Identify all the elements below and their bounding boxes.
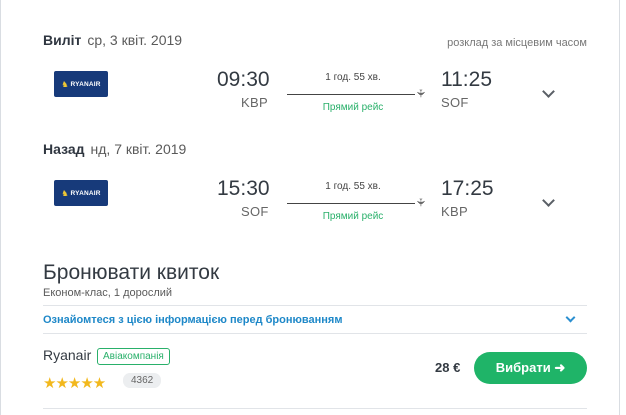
airline-logo-text: RYANAIR (70, 80, 101, 88)
divider (43, 305, 587, 306)
inbound-date: нд, 7 квіт. 2019 (90, 141, 187, 157)
outbound-arrival-time: 11:25 (441, 68, 492, 91)
carrier-name: Ryanair (43, 347, 92, 363)
outbound-duration: 1 год. 55 хв. (325, 72, 381, 83)
card-left-border (0, 0, 1, 415)
card-right-border (619, 0, 620, 415)
inbound-label: Назад (43, 141, 85, 157)
flight-result-card: Виліт ср, 3 квіт. 2019 розклад за місцеви… (0, 0, 626, 415)
booking-title: Бронювати квиток (43, 261, 220, 284)
price: 28 € (435, 360, 461, 375)
outbound-date: ср, 3 квіт. 2019 (87, 32, 183, 48)
plane-icon: ✈ (414, 197, 427, 208)
chevron-down-icon[interactable] (565, 312, 576, 323)
carrier-badge: Авіакомпанія (97, 348, 170, 365)
booking-info-link[interactable]: Ознайомтеся з цією інформацією перед бро… (43, 314, 343, 326)
chevron-down-icon[interactable] (542, 85, 555, 98)
outbound-header: Виліт ср, 3 квіт. 2019 (43, 32, 182, 48)
divider (43, 408, 587, 409)
harp-icon: ♞ (61, 79, 69, 89)
divider (43, 333, 587, 334)
outbound-label: Виліт (43, 32, 82, 48)
outbound-flight-type: Прямий рейс (322, 102, 384, 113)
outbound-route-line (287, 94, 415, 95)
cabin-info: Економ-клас, 1 дорослий (43, 287, 173, 299)
outbound-departure-time: 09:30 (217, 68, 270, 91)
review-count: 4362 (123, 373, 162, 388)
inbound-departure-code: SOF (241, 204, 269, 219)
chevron-down-icon[interactable] (542, 194, 555, 207)
inbound-route-line (287, 203, 415, 204)
star-icon: ★★★★★ (43, 375, 106, 392)
inbound-arrival-code: KBP (441, 204, 468, 219)
local-time-note: розклад за місцевим часом (447, 37, 587, 49)
ryanair-logo: ♞ RYANAIR (54, 71, 108, 97)
inbound-header: Назад нд, 7 квіт. 2019 (43, 141, 186, 157)
airline-logo-text: RYANAIR (70, 189, 101, 197)
harp-icon: ♞ (61, 188, 69, 198)
outbound-departure-code: KBP (241, 95, 268, 110)
ryanair-logo: ♞ RYANAIR (54, 180, 108, 206)
inbound-flight-type: Прямий рейс (322, 211, 384, 222)
inbound-arrival-time: 17:25 (441, 177, 494, 200)
inbound-departure-time: 15:30 (217, 177, 270, 200)
select-button[interactable]: Вибрати ➜ (474, 352, 587, 384)
plane-icon: ✈ (414, 88, 427, 99)
inbound-duration: 1 год. 55 хв. (325, 181, 381, 192)
outbound-arrival-code: SOF (441, 95, 469, 110)
